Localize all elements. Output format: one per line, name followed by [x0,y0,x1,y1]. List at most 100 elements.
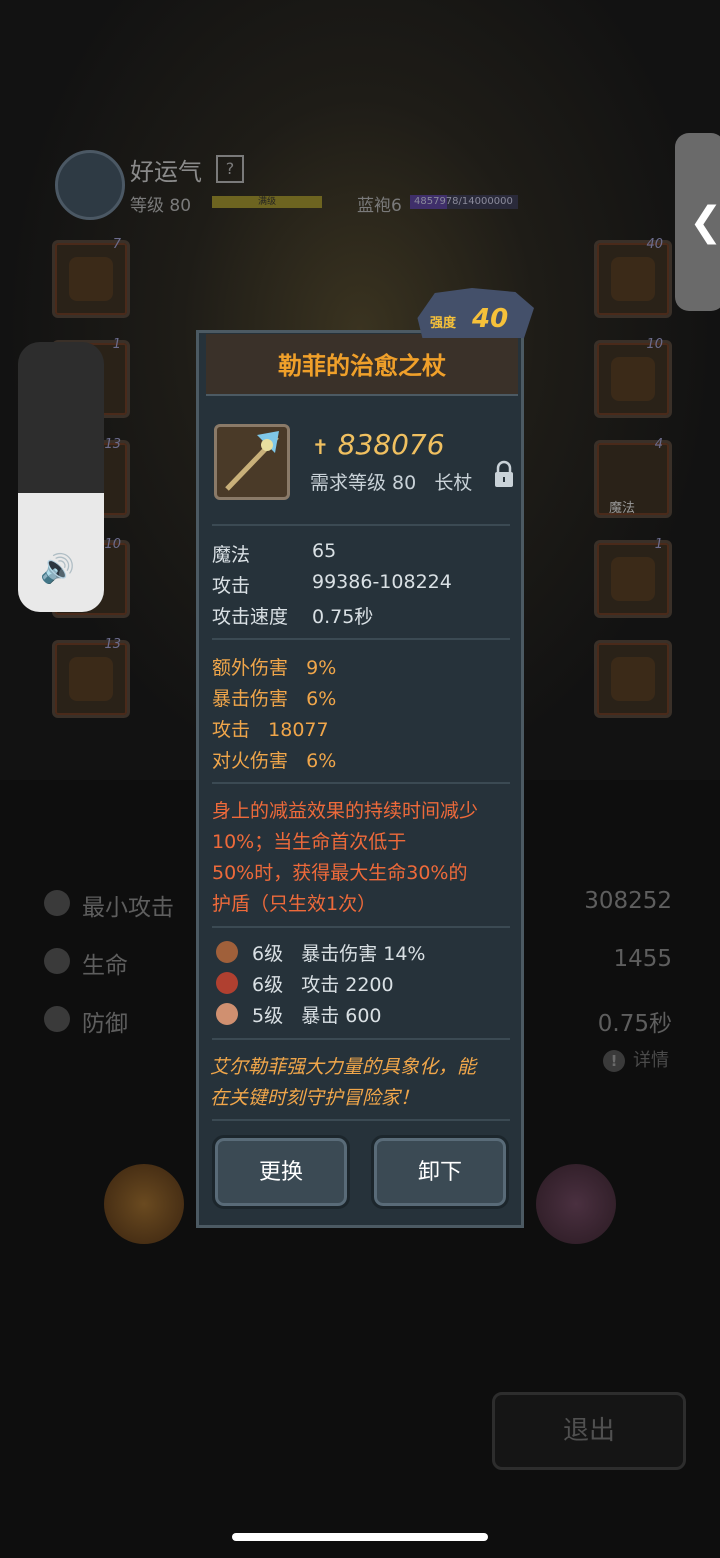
special-effect-line: 50%时，获得最大生命30%的 [212,862,468,884]
bonus-stat-name: 暴击伤害 [212,688,289,710]
ring-icon [611,357,655,401]
dagger-icon [611,657,655,701]
item-type: 长杖 [434,472,473,494]
side-panel-toggle[interactable]: ❮ [675,133,720,311]
xp-bar-label: 满级 [257,197,276,207]
gem-progress-bar: 4857978/14000000 [410,195,518,209]
stat-label-life: 生命 [82,953,128,979]
bonus-stat: 对火伤害 6% [212,746,336,773]
slot-level: 10 [104,537,121,552]
bonus-stat: 暴击伤害 6% [212,684,336,711]
detail-link[interactable]: ! 详情 [603,1046,669,1072]
slot-level: 1 [654,537,663,552]
armor-icon [69,657,113,701]
gem-line: 6级 暴击伤害 14% [252,939,426,966]
stat-value: 65 [312,540,337,562]
info-icon: ! [603,1050,625,1072]
gem-effect: 暴击伤害 14% [301,943,426,965]
slot-level: 40 [646,237,663,252]
item-requirement: 需求等级 80 长杖 [310,468,472,495]
gem-level: 5级 [252,1005,284,1027]
special-effect-line: 身上的减益效果的持续时间减少 [212,800,479,822]
xp-bar: 满级 [212,196,322,208]
stat-value: 0.75秒 [312,606,374,628]
stat-name: 攻击速度 [212,606,289,628]
help-icon[interactable]: ? [216,155,244,183]
slot-level: 4 [654,437,663,452]
sword-icon [44,890,70,916]
equip-slot-left-1[interactable]: 7 [52,237,130,318]
skill-burst-icon[interactable] [536,1164,616,1244]
power-number: 838076 [337,428,445,461]
bonus-stat-name: 额外伤害 [212,657,289,679]
divider [212,638,510,640]
stat-name: 攻击 [212,575,251,597]
bonus-stat: 额外伤害 9% [212,653,336,680]
lore-line: 艾尔勒菲强大力量的具象化，能 [210,1056,477,1078]
special-effect-line: 护盾（只生效1次） [212,893,377,915]
slot-level: 1 [112,337,121,352]
strength-value: 40 [472,304,509,334]
slot-level: 10 [646,337,663,352]
slot-level: 7 [112,237,121,252]
gem-progress-text: 4857978/14000000 [414,196,513,207]
gem-amber-icon [216,1003,238,1025]
equip-slot-right-1[interactable]: 40 [594,237,672,318]
skill-fire-icon[interactable] [104,1164,184,1244]
exit-button[interactable]: 退出 [492,1392,686,1470]
equip-slot-right-5[interactable] [594,640,672,718]
slot-level: 13 [104,437,121,452]
replace-button[interactable]: 更换 [212,1135,350,1209]
requirement-level: 需求等级 80 [310,472,417,494]
heart-icon [44,948,70,974]
bonus-stat-value: 18077 [268,719,329,741]
stat-label-defense: 防御 [82,1011,128,1037]
gem-level: 6级 [252,974,284,996]
slot-tag: 魔法 [609,501,636,516]
bonus-stat-value: 6% [306,688,337,710]
gem-line: 5级 暴击 600 [252,1001,382,1028]
divider [212,926,510,928]
gem-effect: 攻击 2200 [301,974,394,996]
hero-name: 好运气 [130,158,202,186]
speaker-icon: 🔊 [40,552,75,585]
equip-slot-left-5[interactable]: 13 [52,637,130,718]
equip-slot-right-4[interactable]: 1 [594,537,672,618]
gem-effect: 暴击 600 [301,1005,382,1027]
strength-label: 强度 [430,316,457,331]
staff-icon [611,257,655,301]
bonus-stat-name: 攻击 [212,719,251,741]
lock-icon[interactable] [494,460,514,488]
stat-label-min-attack: 最小攻击 [82,895,174,921]
volume-hud: 🔊 [18,342,104,612]
bonus-stat-name: 对火伤害 [212,750,289,772]
gem-line: 6级 攻击 2200 [252,970,394,997]
hero-class-emblem-icon [55,150,125,220]
power-value: ✝ 838076 [312,428,445,461]
divider [212,1038,510,1040]
shield-icon [44,1006,70,1032]
slot-level: 13 [104,637,121,652]
equip-slot-right-3[interactable]: 4 魔法 [594,437,672,518]
gem-ruby-icon [216,941,238,963]
stat-name: 魔法 [212,544,251,566]
detail-label: 详情 [633,1050,669,1071]
power-icon: ✝ [312,435,329,459]
lore-line: 在关键时刻守护冒险家！ [210,1087,420,1109]
home-indicator[interactable] [232,1533,488,1541]
gem-level: 6级 [252,943,284,965]
gem-icon [611,557,655,601]
bonus-stat-value: 6% [306,750,337,772]
unequip-button[interactable]: 卸下 [371,1135,509,1209]
equip-slot-right-2[interactable]: 10 [594,337,672,418]
item-title: 勒菲的治愈之杖 [278,352,446,380]
special-effect-line: 10%；当生命首次低于 [212,831,407,853]
strength-badge: 强度 40 [410,282,534,342]
gem-label: 蓝袍6 [357,196,402,216]
hero-level: 等级 80 [130,196,192,216]
stat-value: 99386-108224 [312,571,452,593]
helmet-icon [69,257,113,301]
divider [212,1119,510,1121]
bonus-stat-value: 9% [306,657,337,679]
gem-garnet-icon [216,972,238,994]
